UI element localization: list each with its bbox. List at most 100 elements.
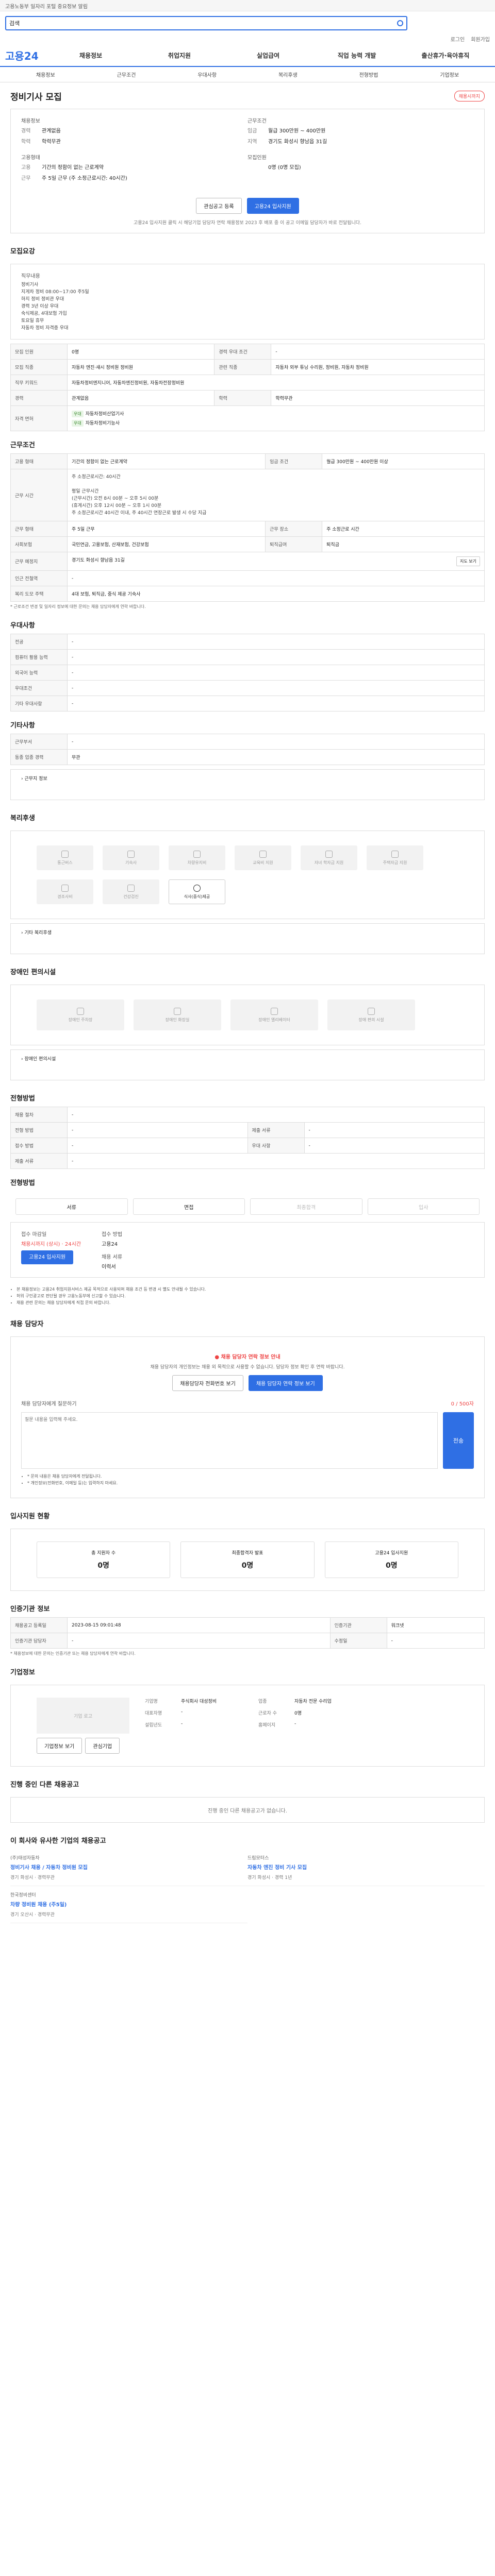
etc-heading: 기타사항: [10, 722, 35, 730]
prefer-table-wrap: 전공 - 컴퓨터 활용 능력 - 외국어 능력 - 우대조건 - 기타 우대사항 -: [0, 634, 495, 711]
cell: 2023-08-15 09:01:48: [67, 1617, 331, 1633]
cell-head: 사회보험: [10, 536, 68, 552]
company-more-button[interactable]: 기업정보 보기: [37, 1738, 82, 1754]
signup-link[interactable]: 회원가입: [471, 35, 490, 44]
card-title[interactable]: 차량 정비원 채용 (주5일): [10, 1900, 248, 1908]
cell: 0명: [67, 344, 215, 360]
map-button[interactable]: 지도 보기: [456, 556, 480, 566]
company-logo: 기업 로고: [37, 1698, 129, 1734]
search-input[interactable]: 검색: [5, 16, 407, 30]
qa-send-button[interactable]: 전송: [443, 1412, 474, 1469]
contact-warning-text: 채용 담당자 연락 정보 안내: [221, 1354, 280, 1360]
cell-head: 근무 시간: [10, 469, 68, 521]
cell: 퇴직금: [322, 536, 485, 552]
license-name: 자동차정비기능사: [85, 421, 120, 426]
tab-company[interactable]: 기업정보: [409, 71, 490, 78]
recruit-table-wrap: 모집 인원 0명 경력 우대 조건 - 모집 직종 자동차 엔진·섀시 정비원 정비원 관…: [0, 344, 495, 431]
cell-head: 복리 도모 주택: [10, 586, 68, 602]
view-contact-button[interactable]: 채용 담당자 연락 정보 보기: [248, 1375, 323, 1391]
summary-key: 학력: [21, 139, 31, 145]
cell-head: 우대조건: [10, 680, 68, 696]
job-card[interactable]: 한국정비센터 차량 정비원 채용 (주5일) 경기 오산시 · 경력무관: [10, 1886, 248, 1923]
bed-icon: [127, 850, 135, 858]
house-icon: [391, 850, 399, 858]
company-key: 근로자 수: [258, 1711, 277, 1716]
view-phone-button[interactable]: 채용담당자 전화번호 보기: [172, 1375, 243, 1391]
cell: 주 5일 근무: [67, 521, 266, 537]
similar-heading: 이 회사와 유사한 기업의 채용공고: [10, 1837, 106, 1845]
company-fav-button[interactable]: 관심기업: [85, 1738, 120, 1754]
cell-head: 우대 사항: [247, 1138, 305, 1154]
job-card[interactable]: (주)태성자동차 정비기사 채용 / 자동차 정비원 모집 경기 화성시 · 경…: [10, 1849, 248, 1886]
license-name: 자동차정비산업기사: [85, 412, 124, 417]
tab-work[interactable]: 근무조건: [86, 71, 167, 78]
gift-icon: [61, 884, 69, 892]
etc-link-box[interactable]: › 근무지 정보: [10, 769, 485, 800]
apply-button-2[interactable]: 고용24 입사지원: [21, 1250, 74, 1264]
prefer-table: 전공 - 컴퓨터 활용 능력 - 외국어 능력 - 우대조건 - 기타 우대사항 -: [10, 634, 485, 711]
table-row: 자격 면허 우대 자동차정비산업기사 우대 자동차정비기능사: [10, 405, 485, 431]
facility-chip: 장애인 엘리베이터: [230, 999, 318, 1030]
tab-recruit[interactable]: 채용정보: [5, 71, 86, 78]
note-item: 본 채용정보는 고용24 취업지원서비스 제공 목적으로 사용되며 채용 조건 …: [16, 1286, 485, 1293]
login-link[interactable]: 로그인: [451, 35, 465, 44]
summary-key: [248, 163, 268, 171]
table-row: 전공 -: [10, 634, 485, 650]
tab-prefer[interactable]: 우대사항: [167, 71, 248, 78]
summary-right: 근무조건 임금 월급 300만원 ~ 400만원 지역 경기도 화성시 향남읍 31…: [248, 116, 474, 184]
search-row: 검색: [0, 11, 495, 35]
welfare-label: 교육비 지원: [253, 860, 273, 865]
company-logo-col: 기업 로고 기업정보 보기 관심기업: [37, 1698, 129, 1754]
nav-training[interactable]: 직업 능력 개발: [312, 51, 401, 60]
cell: 국민연금, 고용보험, 산재보험, 건강보험: [67, 536, 266, 552]
nav-benefits[interactable]: 실업급여: [224, 51, 312, 60]
cell: -: [67, 1138, 248, 1154]
card-title[interactable]: 자동차 엔진 정비 기사 모집: [248, 1863, 485, 1871]
nav-support[interactable]: 취업지원: [135, 51, 224, 60]
job-card[interactable]: 드림모터스 자동차 엔진 정비 기사 모집 경기 화성시 · 경력 1년: [248, 1849, 485, 1886]
disabled-link-box[interactable]: › 장애인 편의시설: [10, 1049, 485, 1080]
stat-label: 최종합격자 발표: [232, 1551, 263, 1556]
company-value: -: [181, 1721, 183, 1726]
cell-head: 인증기관 담당자: [10, 1633, 68, 1649]
card-title[interactable]: 정비기사 채용 / 자동차 정비원 모집: [10, 1863, 248, 1871]
apply-deadline: 채용시까지 (상시) · 24시간: [21, 1242, 81, 1247]
cell: 월급 300만원 ~ 400만원 이상: [322, 453, 485, 469]
company-value: 0명: [294, 1711, 302, 1716]
table-row: 근무 시간 주 소정근로시간: 40시간 평일 근무시간 (근무시간) 오전 8시…: [10, 469, 485, 521]
qa-textarea[interactable]: [21, 1412, 438, 1469]
meal-icon: [193, 884, 201, 892]
section-tabs: 채용정보 근무조건 우대사항 복리후생 전형방법 기업정보: [0, 67, 495, 82]
site-logo[interactable]: 고용24: [5, 48, 46, 63]
tab-welfare[interactable]: 복리후생: [248, 71, 328, 78]
cell: 워크넷: [386, 1617, 485, 1633]
summary-heading: 근무조건: [248, 118, 267, 124]
welfare-label: 식사(중식)제공: [184, 894, 210, 899]
apply-note: 고용24 입사지원 클릭 시 해당기업 담당자 연락 채용정보 2023 후 배…: [134, 221, 361, 226]
cell-head: 인근 전철역: [10, 570, 68, 586]
summary-value: 주 5일 근무 (주 소정근로시간: 40시간): [42, 176, 127, 181]
facility-chip: 장애인 주차장: [37, 999, 124, 1030]
job-summary: 채용정보 경력 관계없음 학력 학력무관 고용형태 고용 기간의 정함이 없는 근로계…: [10, 109, 485, 233]
summary-key: 근무: [21, 176, 31, 181]
search-icon[interactable]: [397, 20, 403, 26]
apply-method: 고용24: [102, 1242, 118, 1247]
disabled-link: 장애인 편의시설: [24, 1057, 56, 1062]
summary-key: 고용: [21, 165, 31, 171]
company-value: -: [181, 1709, 183, 1715]
welfare-chip: 기숙사: [103, 845, 159, 870]
welfare-chip: 건강검진: [103, 879, 159, 904]
nav-jobs[interactable]: 채용정보: [46, 51, 135, 60]
disabled-heading: 장애인 편의시설: [10, 969, 56, 976]
table-row: 근무부서 -: [10, 734, 485, 750]
tab-process[interactable]: 전형방법: [328, 71, 409, 78]
company-key: 기업명: [145, 1699, 158, 1704]
address: 경기도 화성시 향남읍 31길: [72, 558, 125, 563]
scrap-button[interactable]: 관심공고 등록: [196, 198, 242, 214]
cell-head: 채용 절차: [10, 1107, 68, 1123]
apply-button[interactable]: 고용24 입사지원: [246, 198, 299, 214]
welfare-link-box[interactable]: › 기타 복리후생: [10, 923, 485, 954]
cell-head: 직무 키워드: [10, 375, 68, 391]
stat-card: 고용24 입사지원 0명: [324, 1541, 458, 1578]
nav-leave[interactable]: 출산휴가·육아휴직: [401, 51, 490, 60]
